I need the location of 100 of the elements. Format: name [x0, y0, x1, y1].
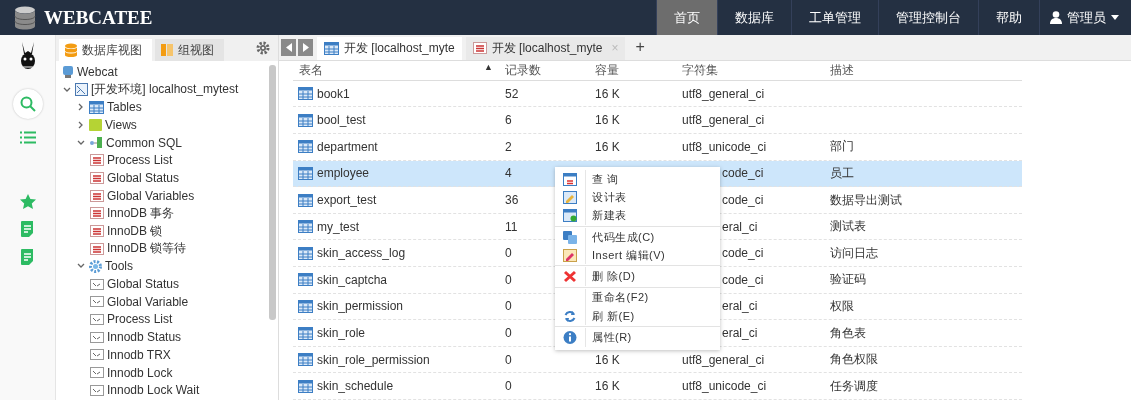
chevron-right-icon[interactable] — [77, 120, 85, 129]
table-cell: 16 K — [595, 113, 620, 128]
table-icon — [298, 246, 313, 260]
tree-item[interactable]: Process List — [107, 153, 173, 168]
caret-down-icon — [1111, 15, 1119, 20]
tree-item[interactable]: InnoDB 事务 — [107, 204, 175, 222]
menu-item[interactable]: 查 询 — [555, 170, 720, 189]
table-row[interactable]: skin_schedule 0 16 K utf8_unicode_ci 任务调度 — [293, 373, 1022, 400]
table-icon — [298, 140, 313, 154]
table-cell: skin_role_permission — [317, 352, 430, 367]
list-icon[interactable] — [19, 131, 36, 144]
tree-item[interactable]: Webcat — [77, 64, 118, 79]
sidebar-tab[interactable]: 组视图 — [155, 39, 224, 61]
table-cell: 部门 — [830, 138, 854, 156]
table-cell: skin_role — [317, 326, 366, 340]
search-button[interactable] — [12, 89, 43, 119]
menu-item[interactable]: 新建表 — [555, 206, 720, 225]
table-cell: 16 K — [595, 352, 620, 367]
document-icon[interactable] — [21, 221, 34, 237]
script-icon — [472, 42, 487, 55]
table-row[interactable]: bool_test 6 16 K utf8_general_ci — [293, 107, 1022, 135]
script-icon — [90, 189, 104, 202]
tree-item[interactable]: Common SQL — [106, 135, 183, 150]
new-table-icon — [563, 209, 577, 223]
edit-icon — [563, 248, 577, 262]
table-cell: skin_permission — [317, 299, 404, 314]
script-icon — [90, 207, 104, 220]
column-header[interactable]: 表名 — [299, 61, 323, 79]
chevron-right-icon[interactable] — [77, 103, 85, 112]
table-cell: eral_ci — [722, 299, 758, 314]
nav-item[interactable]: 首页 — [656, 0, 717, 35]
table-cell: utf8_general_ci — [682, 113, 765, 128]
table-cell: 0 — [505, 246, 512, 261]
scrollbar[interactable] — [269, 65, 276, 320]
table-icon — [298, 113, 313, 127]
tree-item[interactable]: Global Variables — [107, 188, 195, 203]
table-cell: 访问日志 — [830, 244, 878, 262]
table-icon — [324, 41, 339, 55]
settings-icon[interactable] — [256, 41, 270, 55]
menu-item[interactable]: 刷 新(E) — [555, 307, 720, 326]
tree-item[interactable]: Views — [105, 117, 137, 132]
chevron-down-icon[interactable] — [77, 138, 85, 147]
tree-item[interactable]: Innodb TRX — [107, 347, 171, 362]
previous-button[interactable] — [281, 38, 296, 56]
gear-icon — [89, 259, 102, 273]
tool-icon — [90, 349, 104, 361]
add-tab-button[interactable]: + — [627, 38, 653, 57]
editor-tab[interactable]: 开发 [localhost_myte — [317, 36, 462, 60]
column-header[interactable]: 容量 — [595, 61, 619, 79]
table-row[interactable]: book1 52 16 K utf8_general_ci — [293, 80, 1022, 108]
table-cell: 6 — [505, 113, 512, 128]
design-icon — [563, 190, 577, 204]
sidebar-tab[interactable]: 数据库视图 — [59, 39, 152, 61]
tree-item[interactable]: Tables — [107, 100, 142, 115]
menu-item[interactable]: 删 除(D) — [555, 267, 720, 286]
script-icon — [90, 154, 104, 167]
tool-icon — [90, 313, 104, 325]
menu-item[interactable]: 重命名(F2) — [555, 288, 720, 308]
menu-item[interactable]: 代码生成(C) — [555, 227, 720, 247]
tree-item[interactable]: Innodb Status — [107, 330, 182, 345]
brand-name: WEBCATEE — [44, 6, 153, 29]
table-cell: my_test — [317, 219, 359, 234]
table-cell: employee — [317, 166, 370, 181]
column-header[interactable]: 记录数 — [505, 61, 541, 79]
table-cell: department — [317, 139, 378, 154]
table-row[interactable]: department 2 16 K utf8_unicode_ci 部门 — [293, 134, 1022, 161]
column-header[interactable]: 字符集 — [682, 61, 718, 79]
tree-item[interactable]: Innodb Lock — [107, 365, 173, 380]
column-header[interactable]: 描述 — [830, 61, 854, 79]
table-cell: eral_ci — [722, 326, 758, 340]
table-cell: 16 K — [595, 86, 620, 101]
menu-item[interactable]: 属性(R) — [555, 328, 720, 347]
table-cell: 角色表 — [830, 324, 866, 342]
script-icon — [90, 242, 104, 255]
tree-item[interactable]: InnoDB 锁等待 — [107, 240, 187, 258]
tree-item[interactable]: Global Status — [107, 170, 180, 185]
document-icon[interactable] — [21, 249, 34, 265]
group-icon — [89, 136, 103, 150]
table-cell: 任务调度 — [830, 377, 878, 395]
tree-item[interactable]: Global Variable — [107, 294, 189, 309]
script-icon — [90, 225, 104, 238]
table-cell: skin_schedule — [317, 379, 394, 394]
table-icon — [298, 299, 313, 313]
menu-item[interactable]: Insert 编辑(V) — [555, 246, 720, 265]
tree-item[interactable]: [开发环境] localhost_mytest — [91, 81, 239, 99]
table-cell: bool_test — [317, 113, 366, 128]
editor-tab[interactable]: 开发 [localhost_myte × — [465, 36, 626, 60]
tree-item[interactable]: Process List — [107, 312, 173, 327]
table-cell: 验证码 — [830, 271, 866, 289]
tree-item[interactable]: Tools — [105, 259, 133, 274]
menu-item[interactable]: 设计表 — [555, 188, 720, 207]
table-cell: code_ci — [722, 246, 764, 261]
chevron-down-icon[interactable] — [63, 85, 71, 94]
tree-item[interactable]: Innodb Lock Wait — [107, 383, 200, 398]
tree-item[interactable]: Global Status — [107, 277, 180, 292]
next-button[interactable] — [298, 38, 313, 56]
tree-item[interactable]: InnoDB 锁 — [107, 222, 163, 240]
star-icon[interactable] — [19, 194, 36, 209]
tool-icon — [90, 278, 104, 290]
delete-icon — [563, 270, 577, 284]
